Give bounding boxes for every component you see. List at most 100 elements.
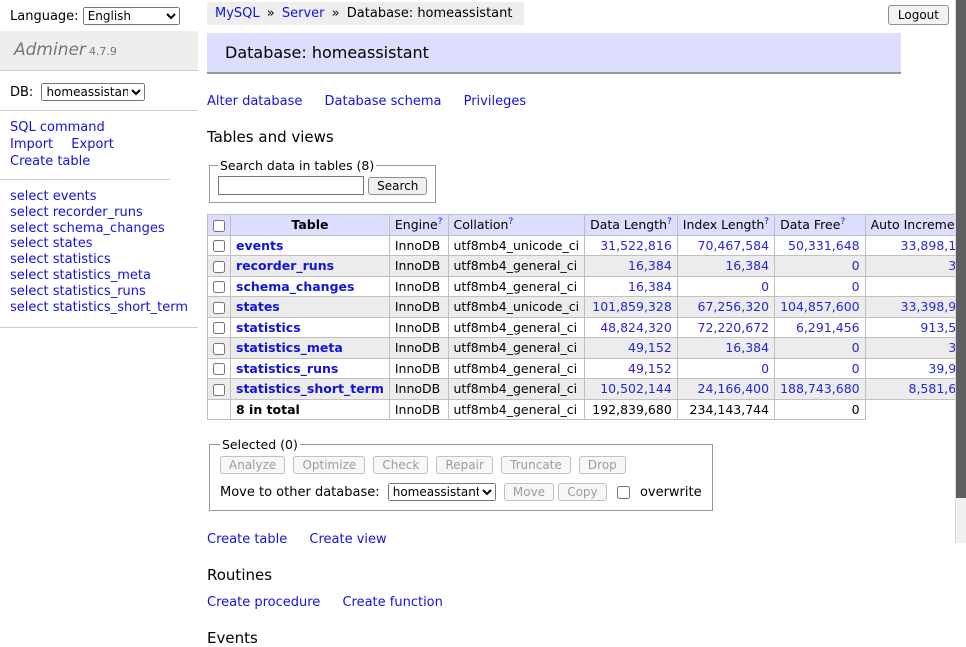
table-name-link[interactable]: states <box>236 299 280 314</box>
table-name-link[interactable]: statistics_runs <box>236 361 338 376</box>
table-name-link[interactable]: statistics <box>236 320 301 335</box>
search-input[interactable] <box>218 176 364 195</box>
help-icon[interactable]: ? <box>508 217 513 227</box>
db-select[interactable]: homeassistant <box>41 83 145 101</box>
tables-heading: Tables and views <box>207 128 956 146</box>
breadcrumb-link-mysql[interactable]: MySQL <box>215 6 260 21</box>
row-checkbox[interactable] <box>213 363 225 375</box>
sidebar-link-create-table[interactable]: Create table <box>10 154 90 169</box>
row-checkbox[interactable] <box>213 322 225 334</box>
search-button[interactable]: Search <box>368 177 427 195</box>
overwrite-label[interactable]: overwrite <box>640 485 702 500</box>
row-checkbox[interactable] <box>213 261 225 273</box>
sidebar-link-sql-command[interactable]: SQL command <box>10 120 105 135</box>
sidebar-table-list-item: select statistics_meta <box>10 268 188 284</box>
row-checkbox[interactable] <box>213 240 225 252</box>
table-name-link[interactable]: statistics_meta <box>236 340 343 355</box>
sidebar-link-export[interactable]: Export <box>71 137 114 152</box>
create-links: Create table Create view <box>207 532 956 547</box>
column-header-collation: Collation? <box>448 215 585 236</box>
cell-collation: utf8mb4_general_ci <box>448 276 585 297</box>
privileges-link[interactable]: Privileges <box>464 94 527 109</box>
copy-button[interactable]: Copy <box>558 483 606 501</box>
scrollbar-thumb[interactable] <box>956 0 966 498</box>
cell-data-free: 6,291,456 <box>775 317 866 338</box>
database-schema-link[interactable]: Database schema <box>325 94 442 109</box>
cell-engine: InnoDB <box>389 297 448 318</box>
search-fieldset: Search data in tables (8) Search <box>209 158 436 203</box>
move-database-row: Move to other database: homeassistant Mo… <box>220 483 702 501</box>
sidebar-select-link[interactable]: select statistics_runs <box>10 284 146 299</box>
cell-index-length: 16,384 <box>677 338 774 359</box>
create-procedure-link[interactable]: Create procedure <box>207 595 320 610</box>
cell-auto-increment: 6 <box>865 276 966 297</box>
cell-engine: InnoDB <box>389 338 448 359</box>
cell-data-length: 31,522,816 <box>585 235 678 256</box>
help-icon[interactable]: ? <box>667 217 672 227</box>
sidebar-select-link[interactable]: select statistics_short_term <box>10 300 188 315</box>
row-checkbox[interactable] <box>213 281 225 293</box>
sidebar-select-link[interactable]: select schema_changes <box>10 221 165 236</box>
table-name-link[interactable]: statistics_short_term <box>236 381 384 396</box>
breadcrumb-current: Database: homeassistant <box>347 6 513 21</box>
overwrite-checkbox[interactable] <box>617 486 630 499</box>
language-label: Language: <box>10 9 79 24</box>
repair-button[interactable]: Repair <box>436 456 492 474</box>
table-name-link[interactable]: schema_changes <box>236 279 354 294</box>
column-header-data-length: Data Length? <box>585 215 678 236</box>
sidebar-link-import[interactable]: Import <box>10 137 53 152</box>
vertical-scrollbar[interactable] <box>955 0 966 543</box>
create-view-link[interactable]: Create view <box>309 532 386 547</box>
move-database-select[interactable]: homeassistant <box>388 483 496 501</box>
cell-index-length: 24,166,400 <box>677 379 774 400</box>
breadcrumb-link-server[interactable]: Server <box>282 6 325 21</box>
table-name-link[interactable]: events <box>236 238 283 253</box>
routine-links: Create procedure Create function <box>207 595 956 610</box>
cell-engine: InnoDB <box>389 276 448 297</box>
app-version: 4.7.9 <box>89 45 117 58</box>
select-all-checkbox[interactable] <box>213 220 225 232</box>
sidebar-select-link[interactable]: select recorder_runs <box>10 205 143 220</box>
help-icon[interactable]: ? <box>764 217 769 227</box>
alter-database-link[interactable]: Alter database <box>207 94 302 109</box>
sidebar-select-link[interactable]: select states <box>10 236 92 251</box>
truncate-button[interactable]: Truncate <box>501 456 571 474</box>
table-row: statesInnoDButf8mb4_unicode_ci101,859,32… <box>208 297 966 318</box>
check-button[interactable]: Check <box>373 456 428 474</box>
create-function-link[interactable]: Create function <box>342 595 442 610</box>
create-table-link[interactable]: Create table <box>207 532 287 547</box>
row-checkbox[interactable] <box>213 384 225 396</box>
breadcrumb-separator: » <box>332 6 340 21</box>
row-checkbox[interactable] <box>213 302 225 314</box>
drop-button[interactable]: Drop <box>579 456 626 474</box>
sidebar: Language: English Adminer4.7.9 DB: homea… <box>0 0 198 328</box>
cell-index-length: 70,467,584 <box>677 235 774 256</box>
column-header-auto-increment: Auto Increment? <box>865 215 966 236</box>
cell-data-length: 16,384 <box>585 256 678 277</box>
cell-auto-increment: 33,898,196 <box>865 235 966 256</box>
cell-data-free: 0 <box>775 358 866 379</box>
cell-data-free: 188,743,680 <box>775 379 866 400</box>
cell-index-length: 72,220,672 <box>677 317 774 338</box>
sidebar-select-link[interactable]: select events <box>10 189 97 204</box>
language-select[interactable]: English <box>83 7 180 25</box>
sidebar-table-list-item: select statistics <box>10 252 188 268</box>
help-icon[interactable]: ? <box>840 217 845 227</box>
table-header-row: Table Engine? Collation? Data Length? In… <box>208 215 966 236</box>
column-header-engine: Engine? <box>389 215 448 236</box>
analyze-button[interactable]: Analyze <box>220 456 285 474</box>
cell-data-length: 101,859,328 <box>585 297 678 318</box>
search-legend: Search data in tables (8) <box>218 158 376 173</box>
sidebar-table-list-item: select statistics_runs <box>10 284 188 300</box>
logout-button[interactable]: Logout <box>888 5 949 25</box>
cell-data-length: 49,152 <box>585 338 678 359</box>
cell-auto-increment: 913,577 <box>865 317 966 338</box>
sidebar-select-link[interactable]: select statistics <box>10 252 111 267</box>
sidebar-select-link[interactable]: select statistics_meta <box>10 268 151 283</box>
sidebar-table-list-item: select schema_changes <box>10 221 188 237</box>
move-button[interactable]: Move <box>504 483 554 501</box>
help-icon[interactable]: ? <box>438 217 443 227</box>
row-checkbox[interactable] <box>213 343 225 355</box>
table-name-link[interactable]: recorder_runs <box>236 258 334 273</box>
optimize-button[interactable]: Optimize <box>293 456 365 474</box>
